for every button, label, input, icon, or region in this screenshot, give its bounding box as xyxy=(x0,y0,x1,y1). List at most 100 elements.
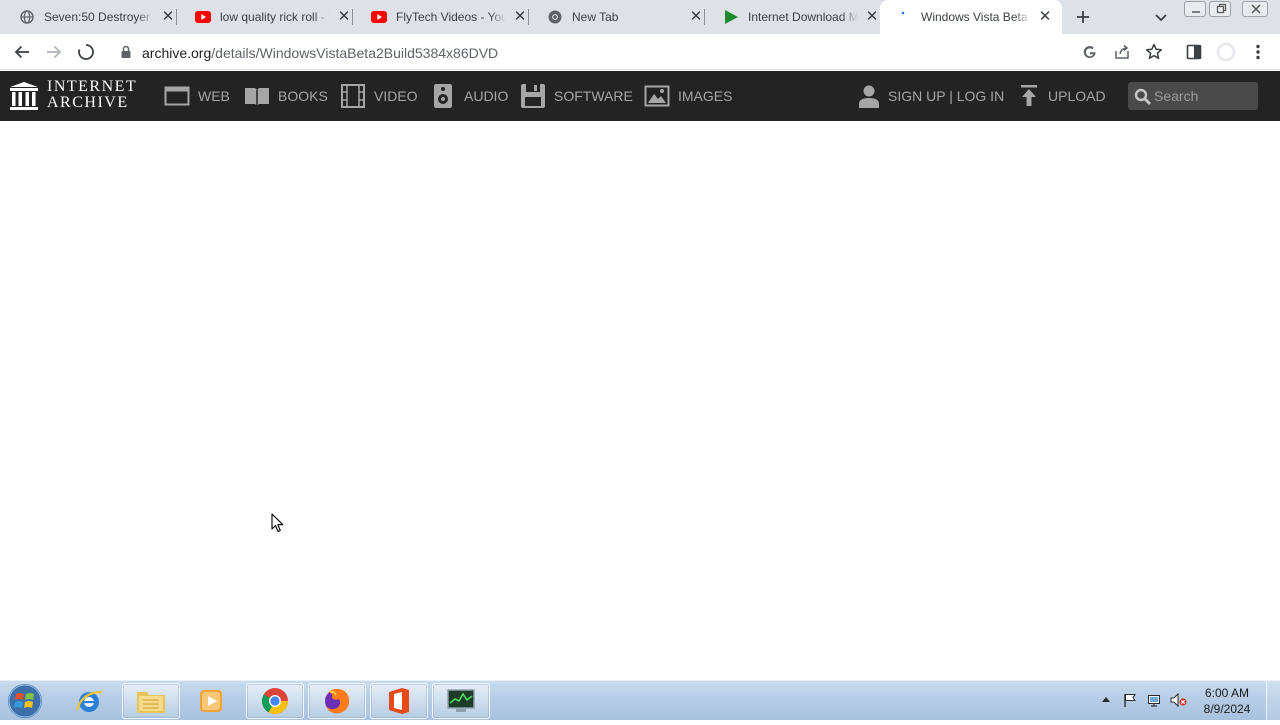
tab-search-button[interactable] xyxy=(1152,8,1170,26)
ia-logo-line1: INTERNET xyxy=(47,78,138,95)
taskbar-task-manager[interactable] xyxy=(432,683,490,719)
upload-label: UPLOAD xyxy=(1048,88,1106,104)
profile-button[interactable] xyxy=(1216,42,1236,62)
tab-close-icon[interactable]: ✕ xyxy=(864,9,880,25)
office-icon xyxy=(389,688,409,714)
forward-arrow-icon xyxy=(47,45,62,59)
url-text[interactable]: archive.org/details/WindowsVistaBeta2Bui… xyxy=(142,45,498,61)
nav-books-label: BOOKS xyxy=(278,88,328,104)
system-clock[interactable]: 6:00 AM 8/9/2024 xyxy=(1196,685,1258,717)
nav-video[interactable]: VIDEO xyxy=(340,83,418,109)
bookmark-button[interactable] xyxy=(1144,42,1164,62)
show-desktop-button[interactable] xyxy=(1266,681,1280,721)
nav-software[interactable]: SOFTWARE xyxy=(520,83,633,109)
address-bar[interactable]: archive.org/details/WindowsVistaBeta2Bui… xyxy=(106,37,1172,67)
window-restore-button[interactable] xyxy=(1209,1,1231,17)
window-close-button[interactable] xyxy=(1242,1,1268,17)
nav-images[interactable]: IMAGES xyxy=(644,83,732,109)
tab-title: low quality rick roll - YouTube xyxy=(220,10,330,24)
nav-software-label: SOFTWARE xyxy=(554,88,633,104)
minimize-icon xyxy=(1192,11,1200,13)
nav-audio[interactable]: AUDIO xyxy=(430,83,508,109)
audio-icon xyxy=(430,83,456,109)
nav-video-label: VIDEO xyxy=(374,88,418,104)
loading-icon xyxy=(899,9,915,25)
clock-date: 8/9/2024 xyxy=(1203,702,1251,716)
action-center-icon[interactable] xyxy=(1122,692,1138,708)
youtube-icon xyxy=(371,9,387,25)
taskbar-media-player[interactable] xyxy=(182,683,240,719)
taskbar-office[interactable] xyxy=(370,683,428,719)
new-tab-button[interactable] xyxy=(1072,6,1094,28)
google-lens-button[interactable] xyxy=(1080,42,1100,62)
side-panel-icon xyxy=(1186,44,1202,60)
mouse-pointer-icon xyxy=(271,513,285,533)
window-minimize-button[interactable] xyxy=(1184,1,1206,17)
tab-rick-roll[interactable]: low quality rick roll - YouTube ✕ xyxy=(176,0,353,34)
back-button[interactable] xyxy=(12,42,32,62)
back-arrow-icon xyxy=(14,45,29,59)
chrome-icon xyxy=(547,9,563,25)
nav-books[interactable]: BOOKS xyxy=(244,83,328,109)
share-button[interactable] xyxy=(1112,42,1132,62)
forward-button[interactable] xyxy=(44,42,64,62)
tab-close-icon[interactable]: ✕ xyxy=(160,9,176,25)
network-icon[interactable] xyxy=(1146,692,1162,708)
volume-muted-icon[interactable] xyxy=(1170,692,1187,708)
idm-icon xyxy=(723,9,739,25)
url-domain: archive.org xyxy=(142,45,212,61)
chrome-icon xyxy=(261,688,289,715)
tab-title: Internet Download Manager xyxy=(748,10,858,24)
taskbar-file-explorer[interactable] xyxy=(122,683,180,719)
stop-loading-button[interactable] xyxy=(76,42,96,62)
globe-icon xyxy=(19,9,35,25)
user-icon xyxy=(856,83,882,109)
nav-web[interactable]: WEB xyxy=(164,83,230,109)
tab-seven50-destroyer[interactable]: Seven:50 Destroyer ✕ xyxy=(0,0,177,34)
ia-logo-line2: ARCHIVE xyxy=(47,94,129,111)
kebab-menu-icon xyxy=(1256,44,1260,60)
upload-link[interactable]: UPLOAD xyxy=(1016,83,1106,109)
tab-close-icon[interactable]: ✕ xyxy=(512,9,528,25)
tab-title: FlyTech Videos - YouTube xyxy=(396,10,506,24)
nav-web-label: WEB xyxy=(198,88,230,104)
chevron-up-icon xyxy=(1102,697,1110,702)
nav-audio-label: AUDIO xyxy=(464,88,509,104)
ia-logo-text[interactable]: INTERNET ARCHIVE xyxy=(47,79,137,111)
sign-up-log-in-link[interactable]: SIGN UP | LOG IN xyxy=(856,83,1004,109)
start-button[interactable] xyxy=(5,682,45,720)
tab-close-icon[interactable]: ✕ xyxy=(1037,9,1053,25)
media-player-icon xyxy=(200,690,222,712)
tab-new-tab[interactable]: New Tab ✕ xyxy=(528,0,705,34)
internet-explorer-icon xyxy=(75,690,103,712)
tab-title: Windows Vista Beta 2 xyxy=(921,10,1031,24)
menu-button[interactable] xyxy=(1248,42,1268,62)
ia-logo-icon[interactable] xyxy=(9,81,39,111)
lock-icon[interactable] xyxy=(120,45,132,59)
task-manager-icon xyxy=(447,689,475,712)
flag-icon xyxy=(1124,694,1136,707)
images-icon xyxy=(644,83,670,109)
windows-taskbar: 6:00 AM 8/9/2024 xyxy=(0,680,1280,721)
restore-icon xyxy=(1216,3,1227,14)
tab-windows-vista-beta[interactable]: Windows Vista Beta 2 ✕ xyxy=(880,0,1062,34)
chevron-down-icon xyxy=(1155,14,1167,22)
side-panel-button[interactable] xyxy=(1184,42,1204,62)
search-icon[interactable] xyxy=(1134,88,1151,105)
share-icon xyxy=(1115,44,1129,59)
tab-title: Seven:50 Destroyer xyxy=(44,10,151,24)
tab-flytech-videos[interactable]: FlyTech Videos - YouTube ✕ xyxy=(352,0,529,34)
show-hidden-icons-button[interactable] xyxy=(1099,692,1115,708)
taskbar-firefox[interactable] xyxy=(308,683,366,719)
tab-close-icon[interactable]: ✕ xyxy=(688,9,704,25)
search-input[interactable] xyxy=(1154,86,1254,106)
software-icon xyxy=(520,83,546,109)
google-icon xyxy=(1083,46,1096,59)
taskbar-internet-explorer[interactable] xyxy=(60,683,118,719)
windows-start-orb-icon xyxy=(8,684,42,718)
tab-close-icon[interactable]: ✕ xyxy=(336,9,352,25)
tab-internet-download-manager[interactable]: Internet Download Manager ✕ xyxy=(704,0,881,34)
firefox-icon xyxy=(325,689,350,714)
taskbar-chrome[interactable] xyxy=(246,683,304,719)
ia-search-box[interactable] xyxy=(1128,82,1258,110)
